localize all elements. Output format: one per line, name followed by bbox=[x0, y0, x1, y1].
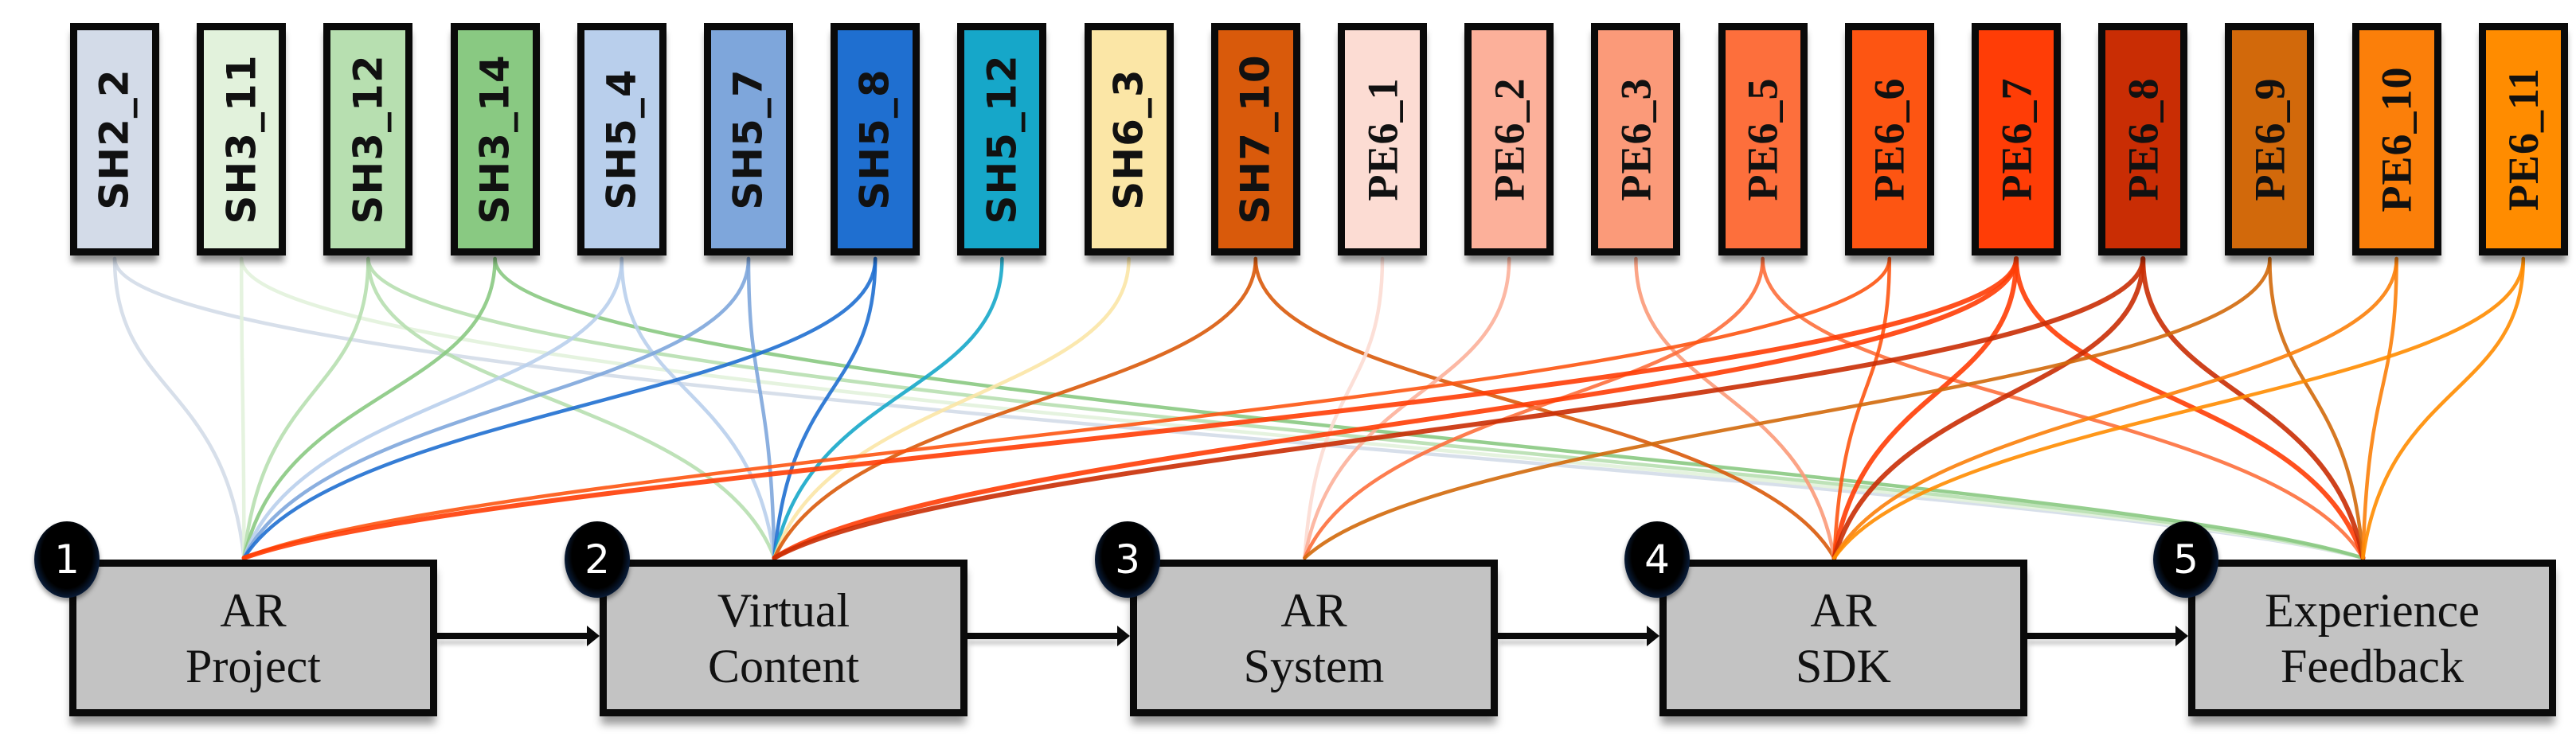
process-step-1: AR Project bbox=[69, 560, 437, 716]
process-step-label: Feedback bbox=[2281, 639, 2464, 692]
tag-pe6-5: PE6_5 bbox=[1718, 23, 1808, 255]
tag-label: SH3_14 bbox=[471, 54, 518, 224]
link-pe6-7-to-step-1 bbox=[241, 256, 2019, 560]
link-sh3-11-to-step-1 bbox=[239, 256, 246, 560]
link-pe6-10-to-step-5 bbox=[2361, 256, 2398, 560]
step-number-badge: 2 bbox=[565, 521, 630, 598]
tag-sh6-3: SH6_3 bbox=[1084, 23, 1174, 255]
tag-sh2-2: SH2_2 bbox=[70, 23, 159, 255]
step-number-badge: 4 bbox=[1624, 521, 1690, 598]
tag-pe6-11: PE6_11 bbox=[2478, 23, 2568, 255]
tag-label: PE6_3 bbox=[1612, 77, 1660, 201]
tag-pe6-6: PE6_6 bbox=[1844, 23, 1934, 255]
process-step-2: Virtual Content bbox=[600, 560, 967, 716]
flow-arrow bbox=[2027, 626, 2188, 646]
process-step-5: Experience Feedback bbox=[2188, 560, 2556, 716]
tag-label: SH3_12 bbox=[345, 54, 392, 224]
tag-label: PE6_2 bbox=[1485, 77, 1534, 201]
tag-label: PE6_7 bbox=[1992, 77, 2041, 201]
tag-pe6-1: PE6_1 bbox=[1338, 23, 1427, 255]
tag-label: PE6_10 bbox=[2372, 66, 2421, 213]
tag-label: SH2_2 bbox=[92, 68, 138, 210]
tag-sh5-12: SH5_12 bbox=[957, 23, 1047, 255]
tag-label: PE6_5 bbox=[1738, 77, 1787, 201]
link-sh5-7-to-step-1 bbox=[242, 256, 751, 560]
link-pe6-7-to-step-2 bbox=[772, 256, 2019, 560]
tag-pe6-10: PE6_10 bbox=[2351, 23, 2441, 255]
tag-sh7-10: SH7_10 bbox=[1210, 23, 1300, 255]
tag-label: SH6_3 bbox=[1105, 68, 1152, 210]
tag-pe6-7: PE6_7 bbox=[1972, 23, 2061, 255]
tag-label: PE6_1 bbox=[1358, 77, 1407, 201]
tag-label: PE6_11 bbox=[2499, 67, 2547, 212]
process-step-3: AR System bbox=[1130, 560, 1498, 716]
ar-framework-diagram: SH2_2 SH3_11 SH3_12 SH3_14 SH5_4 SH5_7 SH5_8 SH… bbox=[0, 0, 2576, 745]
link-pe6-11-to-step-4 bbox=[1832, 256, 2526, 560]
tag-label: SH5_4 bbox=[598, 68, 645, 210]
process-step-label: System bbox=[1243, 639, 1385, 692]
tag-label: SH5_12 bbox=[979, 54, 1026, 224]
tag-label: SH3_11 bbox=[218, 54, 265, 224]
tag-pe6-8: PE6_8 bbox=[2098, 23, 2188, 255]
flow-arrow bbox=[437, 626, 600, 646]
tag-label: PE6_8 bbox=[2119, 77, 2168, 201]
tag-label: SH7_10 bbox=[1232, 54, 1279, 224]
process-step-label: Content bbox=[708, 639, 859, 692]
process-step-label: AR bbox=[1280, 583, 1347, 637]
step-number-badge: 5 bbox=[2153, 521, 2218, 598]
process-step-label: AR bbox=[1810, 583, 1877, 637]
flow-arrow bbox=[967, 626, 1130, 646]
step-number: 4 bbox=[1644, 536, 1670, 583]
tag-sh5-4: SH5_4 bbox=[577, 23, 666, 255]
flow-arrow bbox=[1498, 626, 1659, 646]
process-step-label: Experience bbox=[2265, 583, 2480, 637]
link-pe6-3-to-step-4 bbox=[1634, 256, 1836, 560]
link-pe6-8-to-step-2 bbox=[772, 256, 2146, 560]
link-pe6-8-to-step-5 bbox=[2140, 256, 2366, 560]
link-pe6-7-to-step-4 bbox=[1831, 256, 2019, 560]
link-sh5-7-to-step-2 bbox=[746, 256, 776, 560]
tag-sh3-12: SH3_12 bbox=[323, 23, 413, 255]
tag-pe6-2: PE6_2 bbox=[1464, 23, 1554, 255]
tag-label: PE6_6 bbox=[1865, 77, 1913, 201]
process-step-label: SDK bbox=[1795, 639, 1892, 692]
tag-sh3-14: SH3_14 bbox=[450, 23, 540, 255]
step-number: 3 bbox=[1115, 536, 1140, 583]
step-number-badge: 3 bbox=[1095, 521, 1160, 598]
step-number: 5 bbox=[2173, 536, 2199, 583]
process-step-label: Virtual bbox=[717, 583, 850, 637]
tag-label: SH5_7 bbox=[725, 68, 772, 210]
step-number-badge: 1 bbox=[34, 521, 100, 598]
tag-label: PE6_9 bbox=[2246, 77, 2294, 201]
process-step-label: Project bbox=[186, 639, 321, 692]
process-step-4: AR SDK bbox=[1659, 560, 2027, 716]
tag-sh3-11: SH3_11 bbox=[197, 23, 287, 255]
tag-sh5-8: SH5_8 bbox=[831, 23, 921, 255]
step-number: 2 bbox=[584, 536, 610, 583]
step-number: 1 bbox=[54, 536, 80, 583]
process-step-label: AR bbox=[220, 583, 287, 637]
tag-pe6-3: PE6_3 bbox=[1591, 23, 1681, 255]
tag-pe6-9: PE6_9 bbox=[2225, 23, 2315, 255]
link-sh2-2-to-step-1 bbox=[112, 256, 246, 560]
tag-sh5-7: SH5_7 bbox=[704, 23, 793, 255]
link-sh5-4-to-step-2 bbox=[620, 256, 776, 560]
tag-label: SH5_8 bbox=[852, 68, 899, 210]
